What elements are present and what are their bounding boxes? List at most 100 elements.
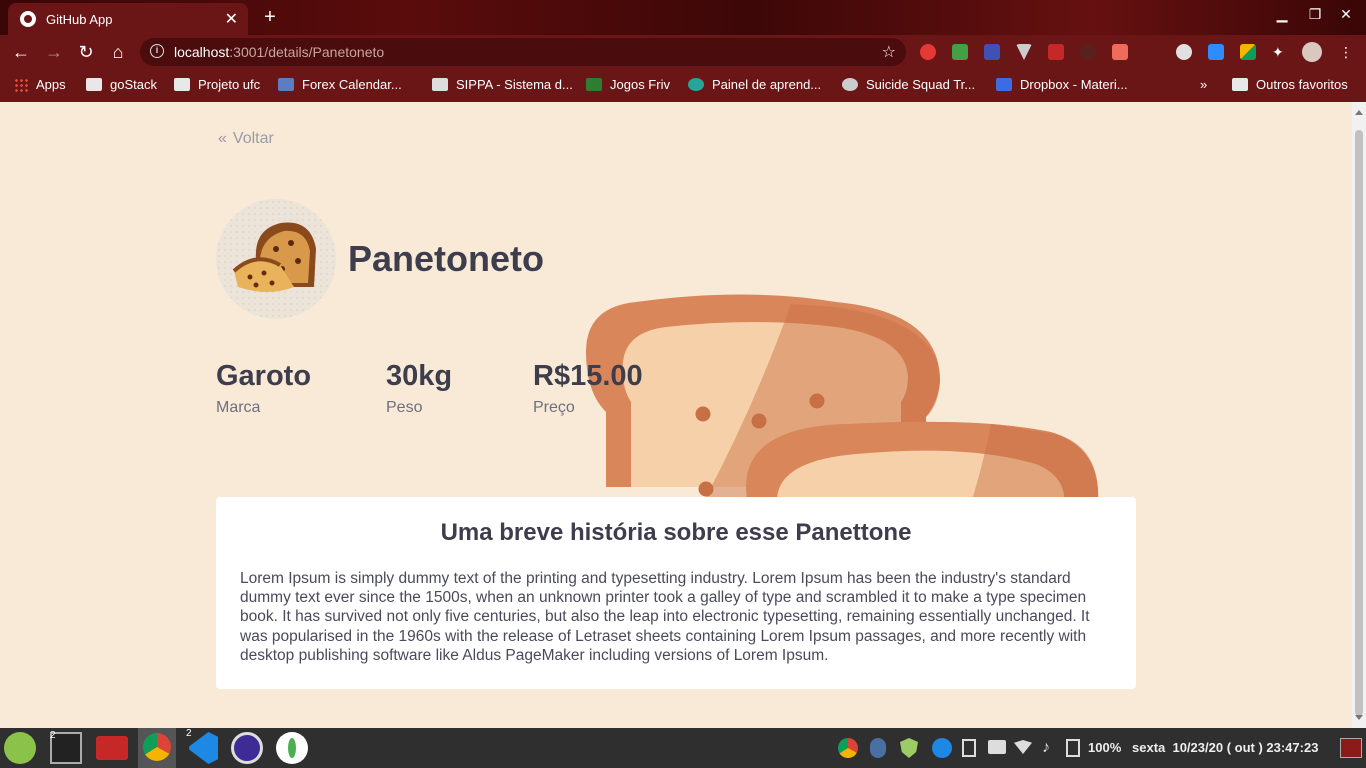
eclipse-icon[interactable]: [231, 732, 263, 764]
mongodb-icon[interactable]: [276, 732, 308, 764]
stat-brand: Garoto Marca: [216, 360, 311, 417]
url-text[interactable]: localhost:3001/details/Panetoneto: [174, 44, 384, 60]
back-link[interactable]: « Voltar: [218, 130, 274, 148]
sound-icon[interactable]: ♪: [1042, 739, 1054, 757]
chrome-taskbar-button[interactable]: [138, 728, 176, 768]
restore-icon[interactable]: ❐: [1305, 6, 1325, 23]
story-title: Uma breve história sobre esse Panettone: [440, 519, 912, 546]
back-arrow-icon[interactable]: ←: [10, 41, 32, 63]
chrome-icon: [143, 733, 171, 761]
leaf-icon: [288, 738, 296, 758]
tab-title: GitHub App: [46, 11, 113, 27]
home-icon[interactable]: ⌂: [107, 41, 129, 63]
tab-close-icon[interactable]: ✕: [225, 9, 238, 29]
bookmark-label: goStack: [110, 77, 157, 92]
folder-icon: [174, 78, 190, 91]
story-card: Uma breve história sobre esse Panettone …: [216, 497, 1136, 689]
clipboard-icon[interactable]: [962, 739, 976, 757]
clock[interactable]: sexta 10/23/20 ( out ) 23:47:23: [1132, 740, 1318, 755]
story-text: Lorem Ipsum is simply dummy text of the …: [240, 570, 1090, 664]
extensions-puzzle-icon[interactable]: ✦: [1272, 44, 1288, 60]
extension-icon[interactable]: [920, 44, 936, 60]
bookmark-apps[interactable]: Apps: [14, 77, 66, 92]
chrome-tray-icon[interactable]: [838, 738, 858, 758]
scrollbar-thumb[interactable]: [1355, 130, 1363, 716]
bookmark-label: Apps: [36, 77, 66, 92]
calendar-icon: [278, 78, 294, 91]
os-taskbar: 2 2 ♪ 100% sexta 10/23/20 ( out ) 23:47:…: [0, 728, 1366, 768]
dropbox-icon: [996, 78, 1012, 91]
bookmark-suicide-squad[interactable]: Suicide Squad Tr...: [842, 77, 975, 92]
site-info-icon[interactable]: i: [150, 44, 164, 58]
forward-arrow-icon[interactable]: →: [43, 41, 65, 63]
page-content: « Voltar Panetoneto Garoto Marca 30kg Pe…: [0, 102, 1352, 728]
new-tab-button[interactable]: +: [258, 5, 282, 29]
extension-icon[interactable]: [984, 44, 1000, 60]
extension-icon[interactable]: [952, 44, 968, 60]
window-close-icon[interactable]: ✕: [1336, 6, 1356, 23]
product-image: [216, 199, 336, 319]
extension-icon[interactable]: [1176, 44, 1192, 60]
bookmark-sippa[interactable]: SIPPA - Sistema d...: [432, 77, 573, 92]
wifi-icon[interactable]: [1014, 740, 1032, 754]
bookmark-jogos-friv[interactable]: Jogos Friv: [586, 77, 670, 92]
files-folder-icon[interactable]: [96, 736, 128, 760]
bookmark-label: Jogos Friv: [610, 77, 670, 92]
update-manager-icon[interactable]: [932, 738, 952, 758]
zoom-extension-icon[interactable]: [1208, 44, 1224, 60]
stat-label: Marca: [216, 399, 261, 416]
bookmark-painel[interactable]: Painel de aprend...: [688, 77, 821, 92]
terminal-badge: 2: [50, 730, 56, 741]
bookmark-projeto-ufc[interactable]: Projeto ufc: [174, 77, 260, 92]
bookmark-other-favorites[interactable]: Outros favoritos: [1232, 77, 1348, 92]
stat-weight: 30kg Peso: [386, 360, 452, 417]
bookmark-dropbox[interactable]: Dropbox - Materi...: [996, 77, 1128, 92]
bookmark-forex-calendar[interactable]: Forex Calendar...: [278, 77, 402, 92]
stat-label: Preço: [533, 399, 575, 416]
bookmark-gostack[interactable]: goStack: [86, 77, 157, 92]
back-label: Voltar: [232, 130, 274, 147]
bookmark-star-icon[interactable]: ☆: [882, 42, 896, 62]
apps-grid-icon: [14, 77, 28, 92]
browser-tab[interactable]: GitHub App ✕: [8, 3, 248, 35]
bookmark-label: Outros favoritos: [1256, 77, 1348, 92]
terminal-icon[interactable]: 2: [50, 730, 82, 764]
url-path: :3001/details/Panetoneto: [229, 44, 385, 60]
site-icon: [432, 78, 448, 91]
scroll-down-icon[interactable]: [1355, 715, 1363, 720]
bookmark-label: Forex Calendar...: [302, 77, 402, 92]
scroll-up-icon[interactable]: [1355, 110, 1363, 115]
url-host: localhost: [174, 44, 230, 60]
browser-toolbar: ← → ↻ ⌂ i localhost:3001/details/Paneton…: [0, 35, 1366, 69]
minimize-icon[interactable]: ▁: [1272, 6, 1292, 23]
reload-icon[interactable]: ↻: [75, 41, 97, 63]
page-scrollbar[interactable]: [1352, 102, 1366, 728]
extension-icon[interactable]: [1112, 44, 1128, 60]
bookmark-label: Suicide Squad Tr...: [866, 77, 976, 92]
bookmark-label: Dropbox - Materi...: [1020, 77, 1128, 92]
stat-value: Garoto: [216, 360, 312, 392]
mint-menu-icon[interactable]: [4, 732, 36, 764]
battery-icon[interactable]: [1066, 739, 1080, 757]
panettone-icon: [232, 222, 316, 292]
bookmarks-bar: Apps goStack Projeto ufc Forex Calendar.…: [0, 69, 1366, 102]
profile-avatar[interactable]: [1302, 42, 1322, 62]
extension-icon[interactable]: [1016, 44, 1032, 60]
site-icon: [842, 78, 858, 91]
vscode-badge: 2: [186, 728, 192, 739]
address-bar[interactable]: i localhost:3001/details/Panetoneto ☆: [140, 38, 906, 66]
stat-value: R$15.00: [533, 360, 643, 392]
extension-icon[interactable]: [1080, 44, 1096, 60]
shield-icon[interactable]: [900, 738, 918, 758]
extension-icon[interactable]: [1048, 44, 1064, 60]
double-chevron-left-icon: «: [218, 130, 227, 147]
show-desktop-button[interactable]: [1340, 738, 1362, 758]
bluetooth-icon[interactable]: [870, 738, 886, 758]
menu-kebab-icon[interactable]: ⋮: [1338, 44, 1354, 60]
stat-label: Peso: [386, 399, 423, 416]
bookmarks-overflow-button[interactable]: »: [1200, 77, 1207, 92]
site-icon: [688, 78, 704, 91]
stat-price: R$15.00 Preço: [533, 360, 643, 417]
printer-icon[interactable]: [988, 740, 1006, 754]
extension-icon[interactable]: [1240, 44, 1256, 60]
